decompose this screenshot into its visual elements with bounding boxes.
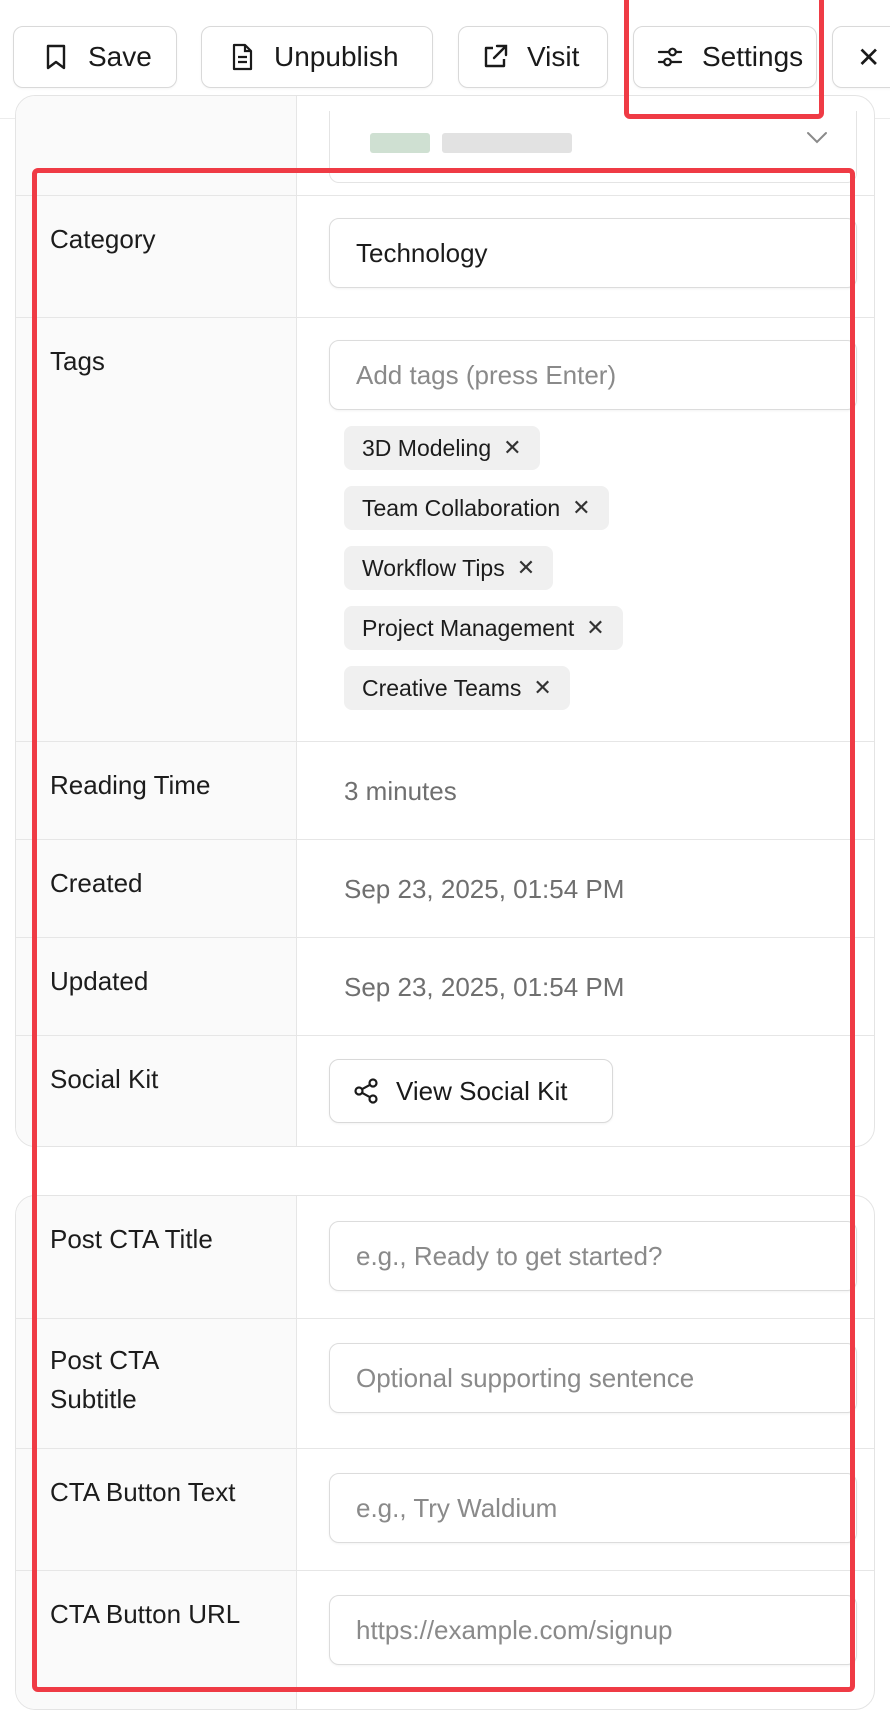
cta-button-text-label: CTA Button Text <box>50 1477 236 1507</box>
tag-label: 3D Modeling <box>362 434 492 461</box>
cta-button-text-input[interactable] <box>356 1492 856 1524</box>
share-icon <box>352 1077 380 1105</box>
remove-tag-icon[interactable]: ✕ <box>517 555 535 581</box>
updated-label: Updated <box>50 966 149 996</box>
cta-button-url-label: CTA Button URL <box>50 1599 241 1629</box>
reading-time-value: 3 minutes <box>344 776 457 806</box>
created-value: Sep 23, 2025, 01:54 PM <box>344 874 625 904</box>
tags-row: Tags 3D Modeling ✕ Team Collaboration ✕ … <box>16 317 874 742</box>
tag-label: Team Collaboration <box>362 494 561 521</box>
visit-button-label: Visit <box>527 41 580 72</box>
author-avatar <box>370 133 430 153</box>
cta-title-row: Post CTA Title <box>16 1196 874 1318</box>
reading-time-label: Reading Time <box>50 770 211 800</box>
cta-subtitle-label-line2: Subtitle <box>50 1384 137 1414</box>
bookmark-icon <box>42 43 70 71</box>
tag-chip: 3D Modeling ✕ <box>344 426 540 470</box>
sliders-icon <box>656 43 684 71</box>
save-button-label: Save <box>88 41 152 72</box>
document-icon <box>228 43 256 71</box>
remove-tag-icon[interactable]: ✕ <box>572 495 590 521</box>
category-label: Category <box>50 224 156 254</box>
cta-subtitle-label: Post CTA Subtitle <box>50 1341 159 1419</box>
updated-value: Sep 23, 2025, 01:54 PM <box>344 972 625 1002</box>
cta-subtitle-field[interactable] <box>329 1343 857 1413</box>
updated-row: Updated Sep 23, 2025, 01:54 PM <box>16 937 874 1036</box>
tags-label: Tags <box>50 346 105 376</box>
cta-title-label: Post CTA Title <box>50 1224 213 1254</box>
tag-chip: Team Collaboration ✕ <box>344 486 609 530</box>
tags-field[interactable] <box>329 340 857 410</box>
save-button[interactable]: Save <box>13 26 177 88</box>
reading-time-row: Reading Time 3 minutes <box>16 741 874 840</box>
tag-chip: Creative Teams ✕ <box>344 666 570 710</box>
remove-tag-icon[interactable]: ✕ <box>533 675 551 701</box>
view-social-kit-label: View Social Kit <box>396 1075 568 1106</box>
close-button[interactable]: ✕ <box>832 26 890 88</box>
settings-button[interactable]: Settings <box>633 26 817 88</box>
tags-input[interactable] <box>356 359 856 391</box>
created-row: Created Sep 23, 2025, 01:54 PM <box>16 839 874 938</box>
social-kit-label: Social Kit <box>50 1064 159 1094</box>
category-input[interactable] <box>356 237 856 269</box>
cta-title-field[interactable] <box>329 1221 857 1291</box>
unpublish-button[interactable]: Unpublish <box>201 26 433 88</box>
remove-tag-icon[interactable]: ✕ <box>503 435 521 461</box>
author-select[interactable] <box>329 111 857 183</box>
social-kit-row: Social Kit View Social Kit <box>16 1035 874 1146</box>
created-label: Created <box>50 868 143 898</box>
close-icon: ✕ <box>857 41 881 73</box>
category-field[interactable] <box>329 218 857 288</box>
unpublish-button-label: Unpublish <box>274 41 399 72</box>
tag-chip: Workflow Tips ✕ <box>344 546 554 590</box>
cta-button-url-input[interactable] <box>356 1614 856 1646</box>
category-row: Category <box>16 195 874 318</box>
tag-label: Project Management <box>362 614 575 641</box>
cta-subtitle-input[interactable] <box>356 1362 856 1394</box>
cta-settings-card: Post CTA Title Post CTA Subtitle CTA But… <box>15 1195 875 1710</box>
cta-button-url-row: CTA Button URL <box>16 1570 874 1709</box>
cta-button-text-field[interactable] <box>329 1473 857 1543</box>
external-link-icon <box>481 43 509 71</box>
post-settings-card: Category Tags 3D Modeling ✕ Team Collabo… <box>15 95 875 1147</box>
cta-subtitle-row: Post CTA Subtitle <box>16 1318 874 1449</box>
cta-subtitle-label-line1: Post CTA <box>50 1345 160 1375</box>
cta-button-text-row: CTA Button Text <box>16 1448 874 1571</box>
author-name-redacted <box>442 133 572 153</box>
cta-title-input[interactable] <box>356 1240 856 1272</box>
remove-tag-icon[interactable]: ✕ <box>586 615 604 641</box>
chevron-down-icon <box>805 129 829 150</box>
settings-button-label: Settings <box>702 41 804 72</box>
tag-label: Creative Teams <box>362 674 522 701</box>
view-social-kit-button[interactable]: View Social Kit <box>329 1059 613 1123</box>
visit-button[interactable]: Visit <box>458 26 608 88</box>
tag-label: Workflow Tips <box>362 554 505 581</box>
tag-chip: Project Management ✕ <box>344 606 623 650</box>
cta-button-url-field[interactable] <box>329 1595 857 1665</box>
